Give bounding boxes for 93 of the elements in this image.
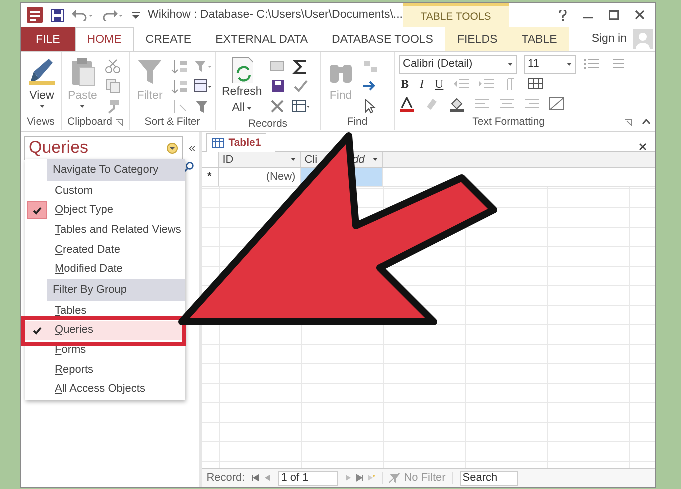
menu-item[interactable]: Tables and Related Views bbox=[25, 220, 185, 240]
last-record-icon bbox=[356, 474, 364, 482]
window-title: Wikihow : Database- C:\Users\User\Documents\... bbox=[148, 9, 403, 21]
collapse-pane-button[interactable]: « bbox=[189, 141, 196, 155]
menu-item[interactable]: Reports bbox=[25, 360, 185, 380]
save-icon[interactable] bbox=[51, 8, 64, 22]
table-icon bbox=[212, 138, 224, 148]
ribbon-tab[interactable]: EXTERNAL DATA bbox=[204, 27, 320, 51]
ribbon-tab[interactable]: TABLE bbox=[510, 27, 570, 51]
checkmark-icon bbox=[32, 206, 42, 215]
document-tab[interactable]: Table1 bbox=[206, 133, 276, 152]
selection-filter-icon[interactable] bbox=[194, 59, 212, 74]
menu-item[interactable]: All Access Objects bbox=[25, 379, 185, 399]
previous-record-icon bbox=[263, 474, 272, 482]
group-label: Views bbox=[27, 116, 55, 128]
group-label: Sort & Filter bbox=[144, 116, 200, 128]
menu-item[interactable]: Queries bbox=[25, 320, 185, 340]
align-left-icon[interactable] bbox=[474, 96, 492, 112]
customize-icon[interactable] bbox=[132, 11, 140, 19]
help-icon[interactable] bbox=[559, 10, 567, 20]
advanced-filter-icon[interactable] bbox=[194, 79, 212, 94]
fill-color-icon[interactable] bbox=[449, 96, 467, 112]
menu-item[interactable]: Created Date bbox=[25, 240, 185, 260]
menu-item[interactable]: Tables bbox=[25, 300, 185, 321]
ribbon-tab[interactable]: CREATE bbox=[134, 27, 204, 51]
view-pencil-icon bbox=[27, 57, 57, 87]
group-label: Clipboard bbox=[68, 116, 112, 128]
app-icon[interactable] bbox=[27, 7, 43, 23]
bold-button[interactable]: B bbox=[399, 76, 412, 92]
sign-in-link[interactable]: Sign in bbox=[592, 33, 627, 45]
scissors-icon[interactable] bbox=[104, 59, 122, 74]
close-document-icon[interactable] bbox=[639, 143, 647, 151]
font-size-dropdown[interactable]: 11 bbox=[524, 54, 576, 74]
more-records-icon[interactable] bbox=[292, 99, 310, 114]
user-avatar-icon bbox=[633, 29, 653, 49]
menu-section-header: Navigate To Category bbox=[47, 159, 185, 181]
copy-icon[interactable] bbox=[104, 79, 122, 94]
sort-ascending-icon[interactable] bbox=[171, 59, 189, 74]
font-name-dropdown[interactable]: Calibri (Detail) bbox=[399, 54, 517, 74]
menu-item[interactable]: Object Type bbox=[25, 200, 185, 220]
menu-section-header: Filter By Group bbox=[47, 278, 185, 301]
record-position-field[interactable]: 1 of 1 bbox=[278, 470, 338, 486]
close-icon[interactable] bbox=[635, 10, 645, 20]
record-label: Record: bbox=[206, 472, 246, 484]
funnel-icon bbox=[136, 57, 164, 87]
align-center-icon[interactable] bbox=[499, 96, 517, 112]
menu-item[interactable]: Custom bbox=[25, 181, 185, 201]
italic-button[interactable]: I bbox=[418, 76, 426, 92]
ribbon-tab[interactable]: DATABASE TOOLS bbox=[320, 27, 446, 51]
column-header[interactable]: ID bbox=[218, 152, 301, 167]
search-icon bbox=[184, 162, 194, 172]
group-label: Text Formatting bbox=[472, 116, 545, 128]
underline-button[interactable]: U bbox=[433, 76, 446, 92]
decrease-indent-icon[interactable] bbox=[452, 76, 471, 92]
group-label: Records bbox=[248, 118, 288, 130]
first-record-icon bbox=[252, 474, 260, 482]
caret-icon bbox=[247, 106, 252, 110]
menu-item[interactable]: Modified Date bbox=[25, 259, 185, 279]
align-right-icon[interactable] bbox=[524, 96, 542, 112]
font-color-icon[interactable] bbox=[399, 96, 417, 112]
increase-indent-icon[interactable] bbox=[478, 76, 496, 92]
caret-icon bbox=[372, 158, 378, 161]
redo-icon[interactable] bbox=[102, 9, 124, 21]
alternate-row-color-icon[interactable] bbox=[549, 96, 567, 112]
checkmark-icon bbox=[32, 326, 42, 335]
sort-descending-icon[interactable] bbox=[171, 79, 189, 94]
undo-icon[interactable] bbox=[72, 9, 94, 21]
refresh-document-icon bbox=[231, 57, 254, 83]
dialog-launcher-icon bbox=[625, 118, 632, 126]
caret-icon bbox=[80, 105, 86, 108]
dialog-launcher-icon bbox=[116, 118, 124, 126]
caret-icon bbox=[290, 158, 296, 161]
ribbon-tab[interactable]: FIELDS bbox=[445, 27, 510, 51]
group-label: Find bbox=[347, 116, 368, 128]
refresh-all-button[interactable]: Refresh All bbox=[220, 55, 264, 117]
next-record-icon bbox=[345, 474, 354, 482]
gridlines-icon[interactable] bbox=[528, 76, 546, 92]
navigation-category-dropdown[interactable]: Queries bbox=[24, 136, 183, 160]
caret-icon bbox=[567, 62, 572, 66]
ribbon-tab[interactable]: HOME bbox=[75, 27, 134, 52]
view-button[interactable]: View bbox=[25, 55, 59, 110]
caret-icon bbox=[508, 62, 513, 66]
bullets-icon[interactable] bbox=[583, 56, 601, 72]
no-filter-icon bbox=[389, 472, 402, 484]
search-field[interactable]: Search bbox=[460, 470, 518, 486]
spelling-icon[interactable] bbox=[292, 79, 310, 94]
maximize-icon[interactable] bbox=[609, 10, 619, 20]
context-group-label: TABLE TOOLS bbox=[420, 10, 492, 22]
dropdown-circle-icon bbox=[167, 142, 178, 154]
new-record-nav-icon bbox=[367, 474, 376, 482]
caret-icon bbox=[40, 105, 44, 108]
collapse-ribbon-icon[interactable] bbox=[642, 119, 651, 125]
ribbon-tab[interactable]: FILE bbox=[21, 27, 76, 51]
